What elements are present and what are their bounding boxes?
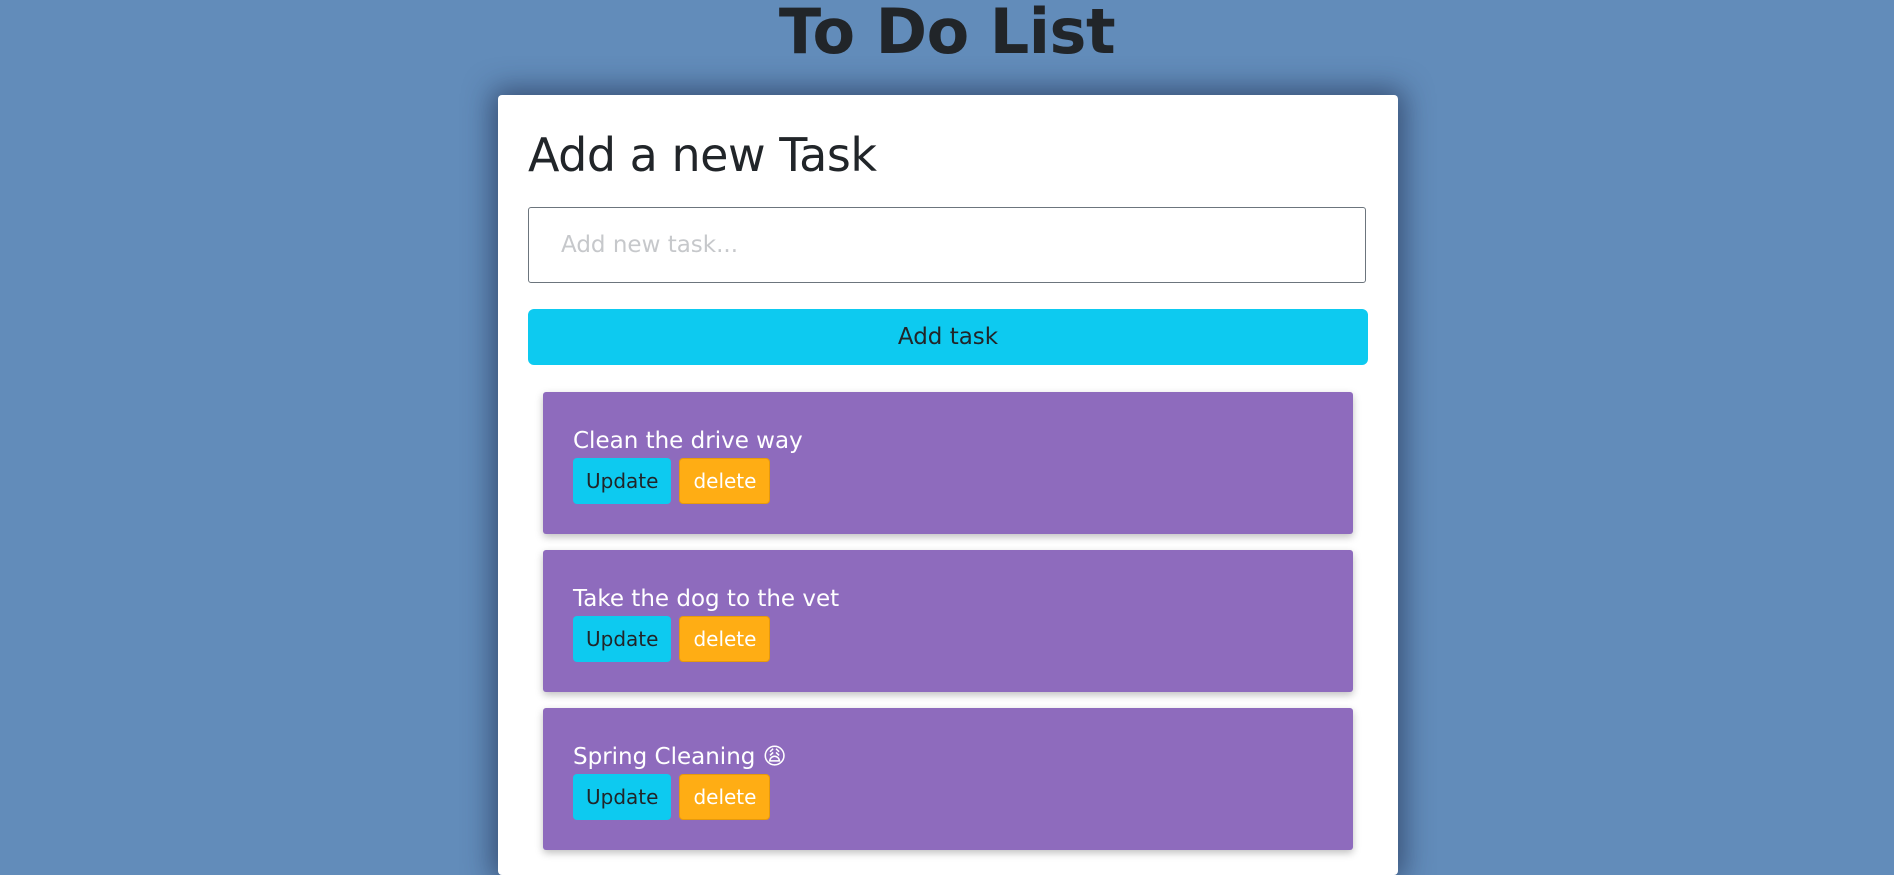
task-list: Clean the drive way Update delete Take t… xyxy=(543,392,1353,866)
add-task-button[interactable]: Add task xyxy=(528,309,1368,365)
page-title: To Do List xyxy=(778,0,1116,68)
add-task-card: Add a new Task Add task Clean the drive … xyxy=(498,95,1398,875)
delete-task-button[interactable]: delete xyxy=(679,616,771,662)
task-text: Take the dog to the vet xyxy=(573,586,840,612)
update-task-button[interactable]: Update xyxy=(573,458,672,504)
delete-task-button[interactable]: delete xyxy=(679,774,771,820)
task-item: Clean the drive way Update delete xyxy=(543,392,1353,534)
update-task-button[interactable]: Update xyxy=(573,616,672,662)
task-actions: Update delete xyxy=(573,774,771,820)
task-text: Spring Cleaning 😩 xyxy=(573,744,787,770)
task-text: Clean the drive way xyxy=(573,428,803,454)
task-actions: Update delete xyxy=(573,458,771,504)
update-task-button[interactable]: Update xyxy=(573,774,672,820)
task-item: Spring Cleaning 😩 Update delete xyxy=(543,708,1353,850)
add-task-heading: Add a new Task xyxy=(528,128,877,182)
new-task-input[interactable] xyxy=(528,207,1366,283)
task-actions: Update delete xyxy=(573,616,771,662)
task-item: Take the dog to the vet Update delete xyxy=(543,550,1353,692)
delete-task-button[interactable]: delete xyxy=(679,458,771,504)
